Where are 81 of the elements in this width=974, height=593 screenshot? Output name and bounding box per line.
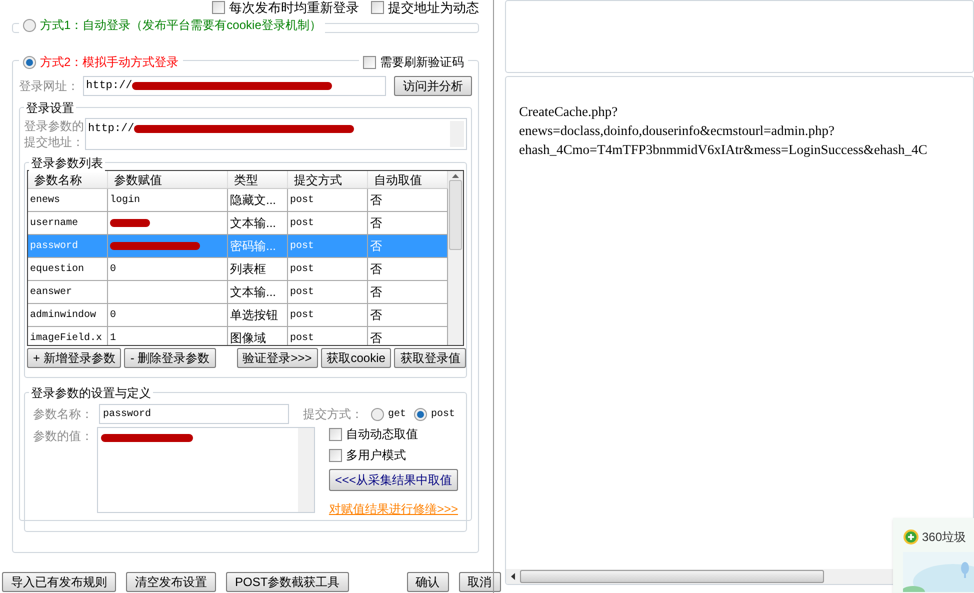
table-cell: adminwindow	[28, 304, 108, 326]
group-title: 登录参数列表	[29, 154, 105, 172]
table-cell: password	[28, 235, 108, 257]
toolbar-button[interactable]: 获取cookie	[320, 348, 392, 368]
popup-title: 360垃圾	[922, 529, 966, 546]
verify-button[interactable]: 验证登录>>>	[236, 348, 318, 368]
table-cell: eanswer	[28, 281, 108, 303]
table-cell: post	[288, 258, 368, 280]
checkbox[interactable]	[363, 56, 376, 68]
table-cell: post	[288, 212, 368, 234]
table-cell: 文本输...	[228, 281, 288, 303]
column-header[interactable]: 类型	[228, 171, 288, 188]
method-label: get	[388, 408, 406, 422]
option-label: 自动动态取值	[346, 426, 418, 443]
column-header[interactable]: 提交方式	[288, 171, 368, 188]
field-label: 参数名称：	[33, 406, 94, 423]
option-label: 需要刷新验证码	[380, 54, 464, 71]
result-line: ehash_4Cmo=T4mTFP3bnmmidV6xIAtr&mess=LoginSuccess&ehash_4C	[519, 141, 928, 159]
table-cell: username	[28, 212, 108, 234]
table-cell: 文本输...	[228, 212, 288, 234]
table-row[interactable]: equestion 0 列表框 post 否	[28, 258, 448, 281]
table-cell: equestion	[28, 258, 108, 280]
submit-url-field[interactable]: http://	[85, 118, 467, 150]
result-line: enews=doclass,doinfo,douserinfo&ecmstourl=admin.php?	[519, 122, 836, 140]
toolbar-button[interactable]: - 删除登录参数	[124, 348, 216, 368]
toolbar-button[interactable]: + 新增登录参数	[27, 348, 122, 368]
name-field[interactable]: password	[99, 404, 289, 424]
table-cell: login	[108, 189, 228, 211]
table-cell: 列表框	[228, 258, 288, 280]
table-cell: post	[288, 281, 368, 303]
radio-button[interactable]	[23, 56, 36, 68]
value-field[interactable]	[97, 427, 315, 513]
table-cell: 密码输...	[228, 235, 288, 257]
result-line: CreateCache.php?	[519, 103, 619, 121]
scrollbar[interactable]	[448, 171, 463, 345]
method-label: post	[431, 408, 456, 422]
table-cell: enews	[28, 189, 108, 211]
plus-icon	[903, 529, 919, 545]
fetch-button[interactable]: <<<从采集结果中取值	[328, 469, 458, 491]
scroll-left-icon[interactable]	[511, 573, 515, 580]
table-cell: 隐藏文...	[228, 189, 288, 211]
scroll-up-icon[interactable]	[452, 174, 459, 178]
url-field[interactable]: http://	[83, 76, 386, 96]
table-cell: 单选按钮	[228, 304, 288, 326]
table-row[interactable]: eanswer 文本输... post 否	[28, 281, 448, 304]
field-label: 参数的值：	[33, 428, 93, 445]
mode-label: 方式2：模拟手动方式登录	[40, 54, 179, 71]
table-cell: 0	[108, 258, 228, 280]
toolbar-button[interactable]: 获取登录值	[394, 348, 466, 368]
option-label: 多用户模式	[346, 447, 406, 464]
radio-button[interactable]	[23, 18, 36, 32]
table-cell: post	[288, 189, 368, 211]
group-title: 登录参数的设置与定义	[29, 384, 153, 402]
radio-button[interactable]	[371, 408, 384, 420]
field-label: 登录参数的提交地址：	[24, 118, 84, 150]
checkbox[interactable]	[328, 448, 342, 462]
analyze-button[interactable]: 访问并分析	[394, 76, 472, 96]
option-label: 每次发布时均重新登录	[229, 0, 359, 17]
option-label: 提交地址为动态	[388, 0, 479, 17]
column-header[interactable]: 参数名称	[28, 171, 108, 188]
table-row[interactable]: imageField.x 1 图像域 post 否	[28, 327, 448, 345]
table-cell: post	[288, 304, 368, 326]
table-row[interactable]: username 文本输... post 否	[28, 212, 448, 235]
checkbox[interactable]	[328, 428, 342, 440]
dialog-button[interactable]: 确认	[406, 572, 449, 592]
field-label: 登录网址：	[19, 78, 79, 95]
dialog-button[interactable]: POST参数截获工具	[226, 572, 349, 592]
column-header[interactable]: 参数赋值	[108, 171, 228, 188]
table-cell: 0	[108, 304, 228, 326]
dialog-button[interactable]: 清空发布设置	[126, 572, 216, 592]
table-cell: post	[288, 235, 368, 257]
radio-button[interactable]	[414, 408, 428, 420]
checkbox[interactable]	[212, 1, 225, 14]
mode-label: 方式1：自动登录（发布平台需要有cookie登录机制）	[40, 17, 322, 34]
table-row[interactable]: enews login 隐藏文... post 否	[28, 189, 448, 212]
table-row[interactable]: adminwindow 0 单选按钮 post 否	[28, 304, 448, 327]
field-label: 提交方式：	[303, 406, 363, 423]
dialog-button[interactable]: 导入已有发布规则	[2, 572, 116, 592]
dialog-button[interactable]: 取消	[458, 572, 501, 592]
scrollbar[interactable]	[298, 428, 314, 512]
checkbox[interactable]	[371, 1, 384, 14]
